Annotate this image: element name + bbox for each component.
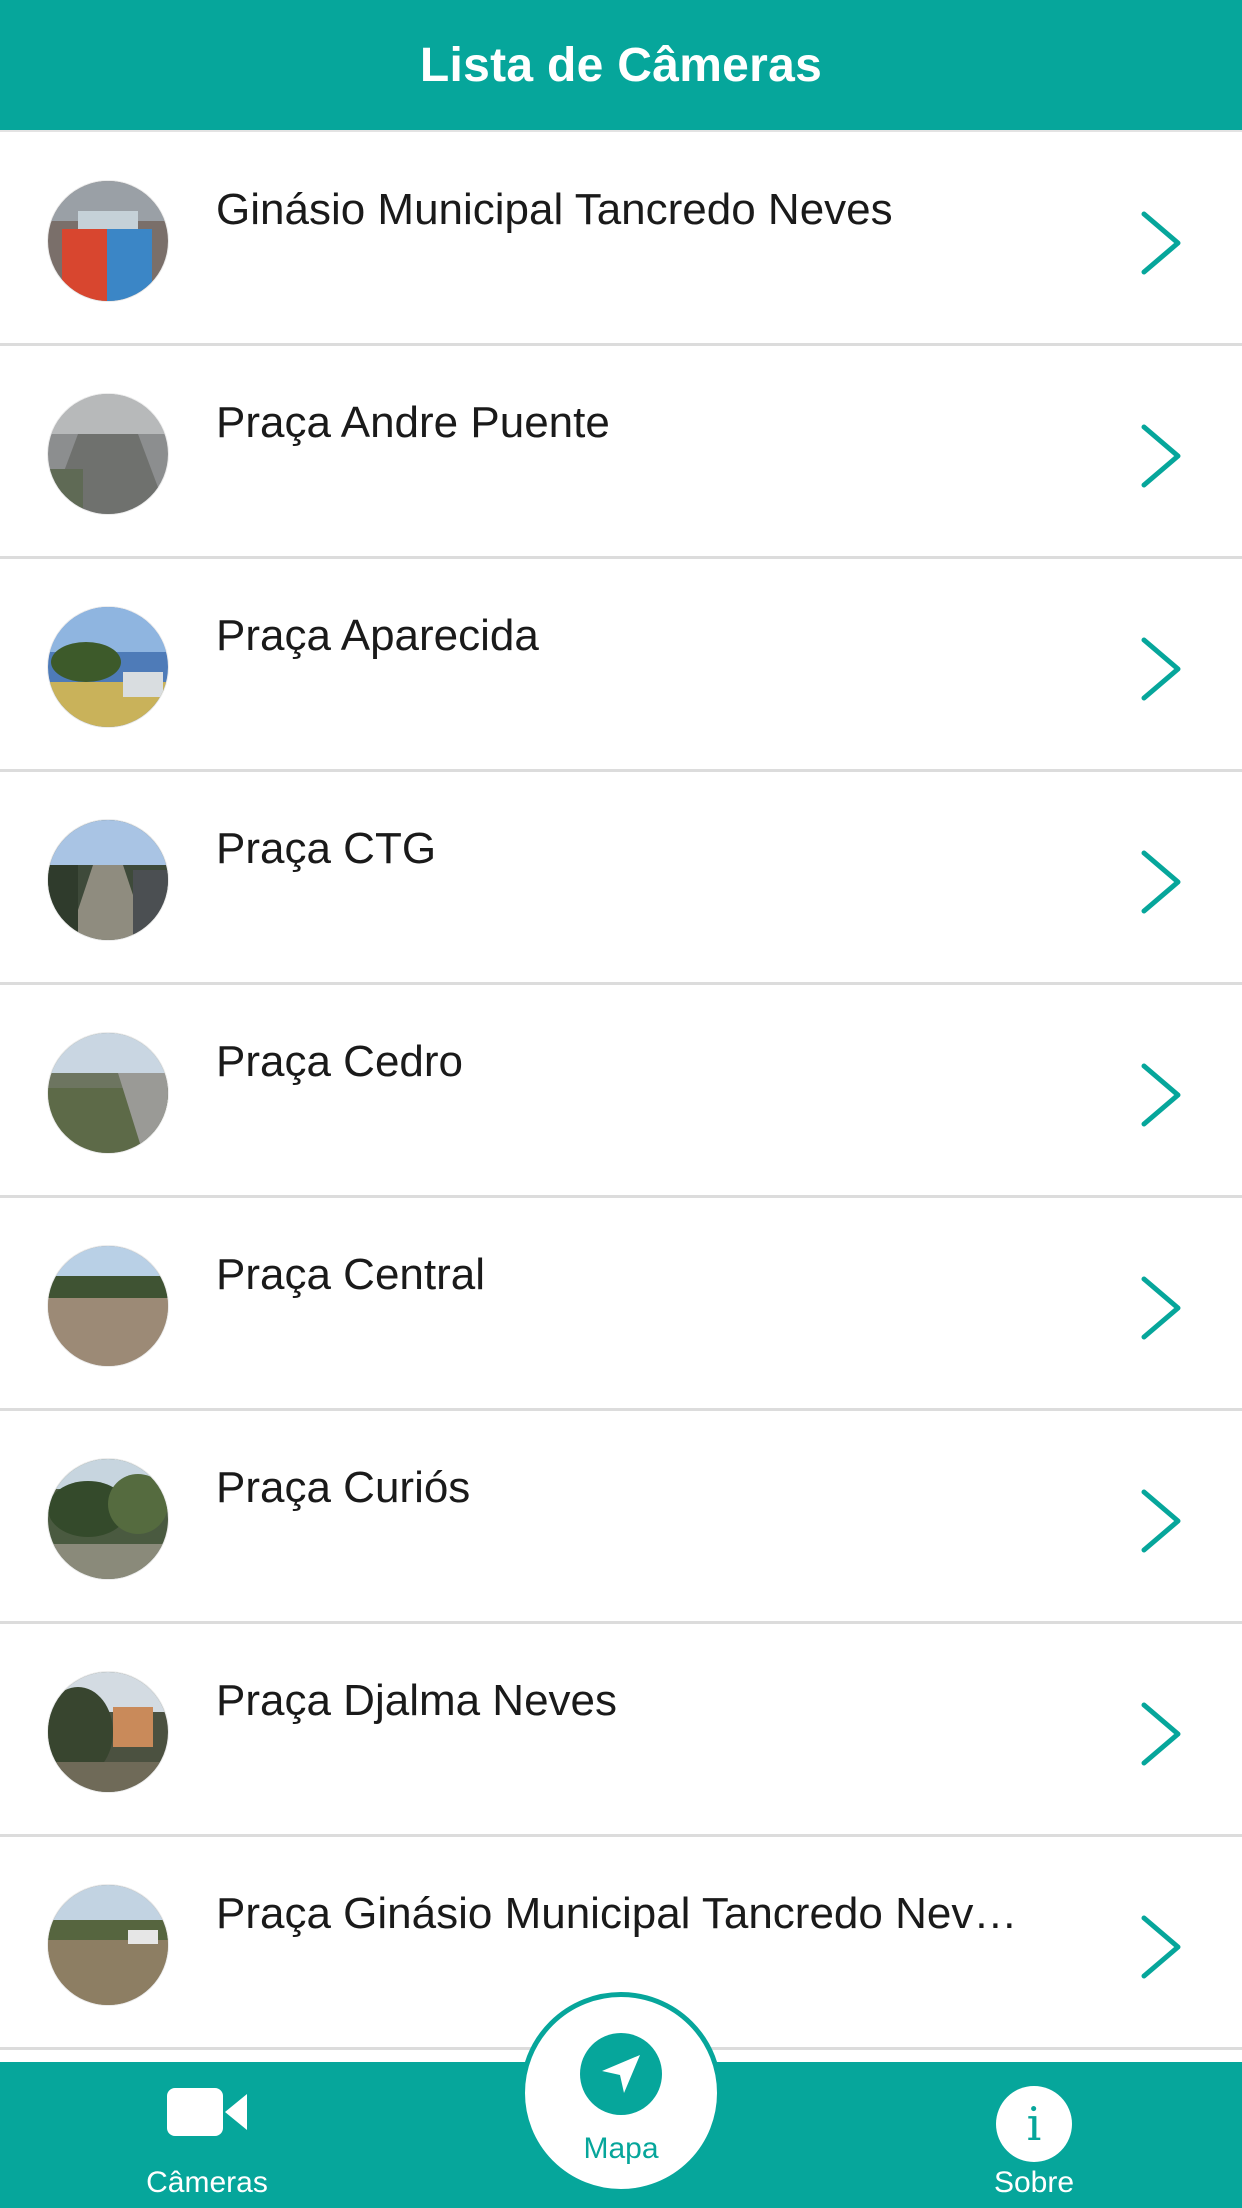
- camera-list-item[interactable]: Praça Aparecida: [0, 559, 1242, 772]
- camera-list-item[interactable]: Praça Djalma Neves: [0, 1624, 1242, 1837]
- camera-name: Praça Ginásio Municipal Tancredo Nev…: [216, 1889, 1018, 1938]
- chevron-right-icon: [1136, 1060, 1186, 1130]
- navigation-arrow-icon: [580, 2033, 662, 2115]
- map-button-label: Mapa: [583, 2132, 659, 2165]
- tab-cameras-label: Câmeras: [146, 2166, 268, 2199]
- camera-list-item[interactable]: Praça Curiós: [0, 1411, 1242, 1624]
- camera-name: Praça Andre Puente: [216, 398, 610, 447]
- camera-thumbnail: [48, 1246, 168, 1366]
- chevron-right-icon: [1136, 1699, 1186, 1769]
- chevron-right-icon: [1136, 1912, 1186, 1982]
- camera-list[interactable]: Ginásio Municipal Tancredo Neves Praça A…: [0, 133, 1242, 2050]
- video-camera-icon: [167, 2084, 247, 2145]
- chevron-right-icon: [1136, 208, 1186, 278]
- camera-list-item[interactable]: Praça Andre Puente: [0, 346, 1242, 559]
- camera-thumbnail: [48, 1885, 168, 2005]
- camera-list-item[interactable]: Praça Cedro: [0, 985, 1242, 1198]
- camera-thumbnail: [48, 820, 168, 940]
- camera-thumbnail: [48, 181, 168, 301]
- chevron-right-icon: [1136, 1486, 1186, 1556]
- chevron-right-icon: [1136, 1273, 1186, 1343]
- camera-thumbnail: [48, 1459, 168, 1579]
- chevron-right-icon: [1136, 421, 1186, 491]
- camera-list-item[interactable]: Ginásio Municipal Tancredo Neves: [0, 133, 1242, 346]
- svg-text:i: i: [1027, 2097, 1042, 2151]
- camera-list-item[interactable]: Praça CTG: [0, 772, 1242, 985]
- chevron-right-icon: [1136, 634, 1186, 704]
- tab-sobre[interactable]: i Sobre: [904, 2062, 1164, 2208]
- camera-list-item[interactable]: Praça Central: [0, 1198, 1242, 1411]
- camera-name: Praça Central: [216, 1250, 486, 1299]
- camera-thumbnail: [48, 394, 168, 514]
- camera-name: Ginásio Municipal Tancredo Neves: [216, 185, 893, 234]
- chevron-right-icon: [1136, 847, 1186, 917]
- app-header: Lista de Câmeras: [0, 0, 1242, 132]
- camera-name: Praça Cedro: [216, 1037, 464, 1086]
- camera-thumbnail: [48, 607, 168, 727]
- tab-cameras[interactable]: Câmeras: [77, 2062, 337, 2208]
- camera-name: Praça Djalma Neves: [216, 1676, 618, 1725]
- tab-sobre-label: Sobre: [993, 2166, 1075, 2199]
- camera-name: Praça Curiós: [216, 1463, 471, 1512]
- page-title: Lista de Câmeras: [419, 38, 823, 92]
- camera-thumbnail: [48, 1033, 168, 1153]
- camera-thumbnail: [48, 1672, 168, 1792]
- camera-name: Praça Aparecida: [216, 611, 539, 660]
- camera-name: Praça CTG: [216, 824, 437, 873]
- info-icon: i: [994, 2084, 1074, 2169]
- map-button[interactable]: Mapa: [520, 1992, 722, 2194]
